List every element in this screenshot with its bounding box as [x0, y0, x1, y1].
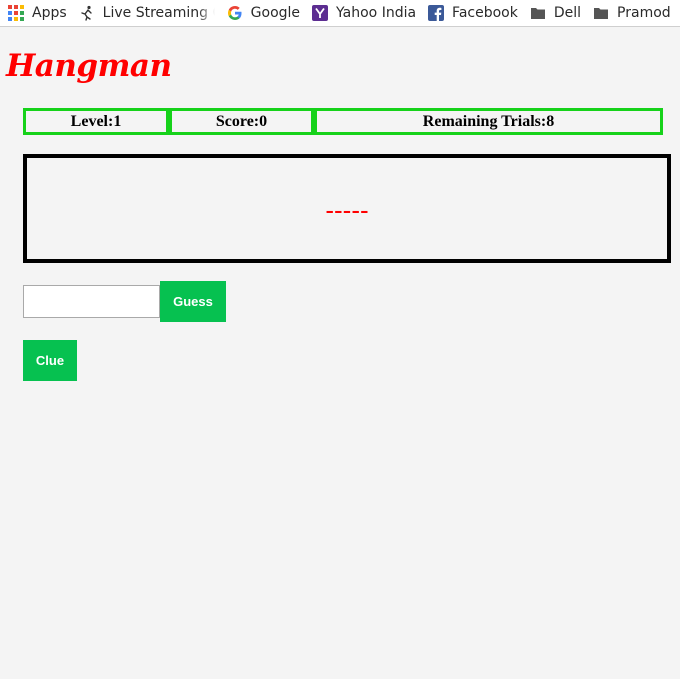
bookmark-label: Yahoo India [336, 5, 417, 21]
bookmark-label: Facebook [452, 5, 518, 21]
bookmark-live-streaming[interactable]: Live Streaming Cricket [79, 0, 215, 26]
level-display: Level:1 [23, 108, 169, 135]
bookmark-label: Pramod [617, 5, 671, 21]
bookmark-yahoo[interactable]: Yahoo India [312, 0, 417, 26]
apps-grid-icon [8, 5, 24, 21]
bookmark-label: Live Streaming Cricket [102, 5, 215, 21]
word-display-box: ----- [23, 154, 671, 263]
google-g-icon [227, 5, 243, 21]
yahoo-y-icon [312, 5, 329, 21]
folder-icon [593, 5, 609, 21]
bookmark-apps[interactable]: Apps [8, 0, 67, 26]
bookmark-pramod[interactable]: Pramod [593, 0, 671, 26]
score-display: Score:0 [169, 108, 314, 135]
guess-form: Guess [23, 281, 226, 322]
guess-button[interactable]: Guess [160, 281, 226, 322]
hidden-word: ----- [325, 195, 369, 225]
bookmarks-bar: Apps Live Streaming Cricket Google [0, 0, 680, 27]
bookmark-google[interactable]: Google [227, 0, 301, 26]
bookmark-facebook[interactable]: Facebook [428, 0, 518, 26]
clue-button[interactable]: Clue [23, 340, 77, 381]
runner-icon [79, 5, 95, 21]
folder-icon [530, 5, 546, 21]
guess-input[interactable] [23, 285, 160, 318]
facebook-f-icon [428, 5, 445, 21]
page-title: Hangman [6, 48, 172, 84]
bookmark-label: Apps [32, 5, 67, 21]
bookmark-label: Google [250, 5, 301, 21]
remaining-trials-display: Remaining Trials:8 [314, 108, 663, 135]
bookmark-label: Dell [553, 5, 582, 21]
stats-bar: Level:1 Score:0 Remaining Trials:8 [23, 108, 663, 135]
bookmark-dell[interactable]: Dell [530, 0, 582, 26]
